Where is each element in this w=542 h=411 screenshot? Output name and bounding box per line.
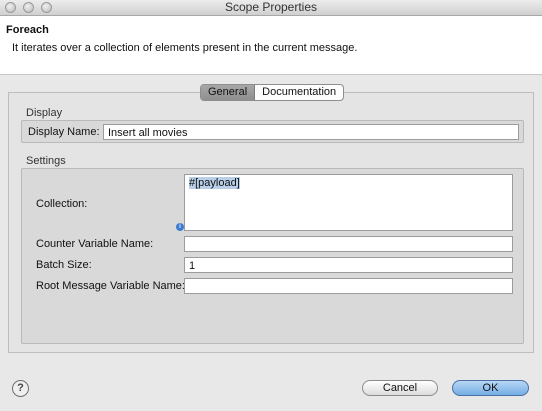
display-name-input[interactable]: Insert all movies <box>103 124 519 140</box>
general-panel: Display Display Name: Insert all movies … <box>8 92 534 353</box>
title-bar: Scope Properties <box>0 0 542 16</box>
display-section-label: Display <box>26 107 63 119</box>
scope-properties-dialog: Scope Properties Foreach It iterates ove… <box>0 0 542 411</box>
settings-section-label: Settings <box>26 155 66 167</box>
window-title: Scope Properties <box>224 0 318 14</box>
help-icon[interactable]: ? <box>12 380 29 397</box>
header-description: It iterates over a collection of element… <box>12 42 358 54</box>
dialog-header: Foreach It iterates over a collection of… <box>0 16 542 75</box>
root-message-variable-input[interactable] <box>184 278 513 294</box>
settings-group: Collection: #[payload] i Counter Variabl… <box>21 168 524 344</box>
counter-variable-input[interactable] <box>184 236 513 252</box>
tab-strip: General Documentation <box>200 84 345 101</box>
tab-documentation[interactable]: Documentation <box>255 85 343 100</box>
batch-size-label: Batch Size: <box>36 259 92 271</box>
display-group: Display Name: Insert all movies <box>21 120 524 143</box>
display-name-label: Display Name: <box>28 126 100 138</box>
ok-button[interactable]: OK <box>452 380 529 396</box>
root-message-variable-label: Root Message Variable Name: <box>36 280 185 292</box>
collection-textarea[interactable]: #[payload] <box>184 174 513 231</box>
collection-value: #[payload] <box>189 177 240 189</box>
tab-general[interactable]: General <box>201 85 256 100</box>
info-icon: i <box>176 223 184 231</box>
counter-variable-label: Counter Variable Name: <box>36 238 154 250</box>
collection-label: Collection: <box>36 198 88 210</box>
batch-size-input[interactable]: 1 <box>184 257 513 273</box>
cancel-button[interactable]: Cancel <box>362 380 438 396</box>
header-title: Foreach <box>6 24 49 36</box>
